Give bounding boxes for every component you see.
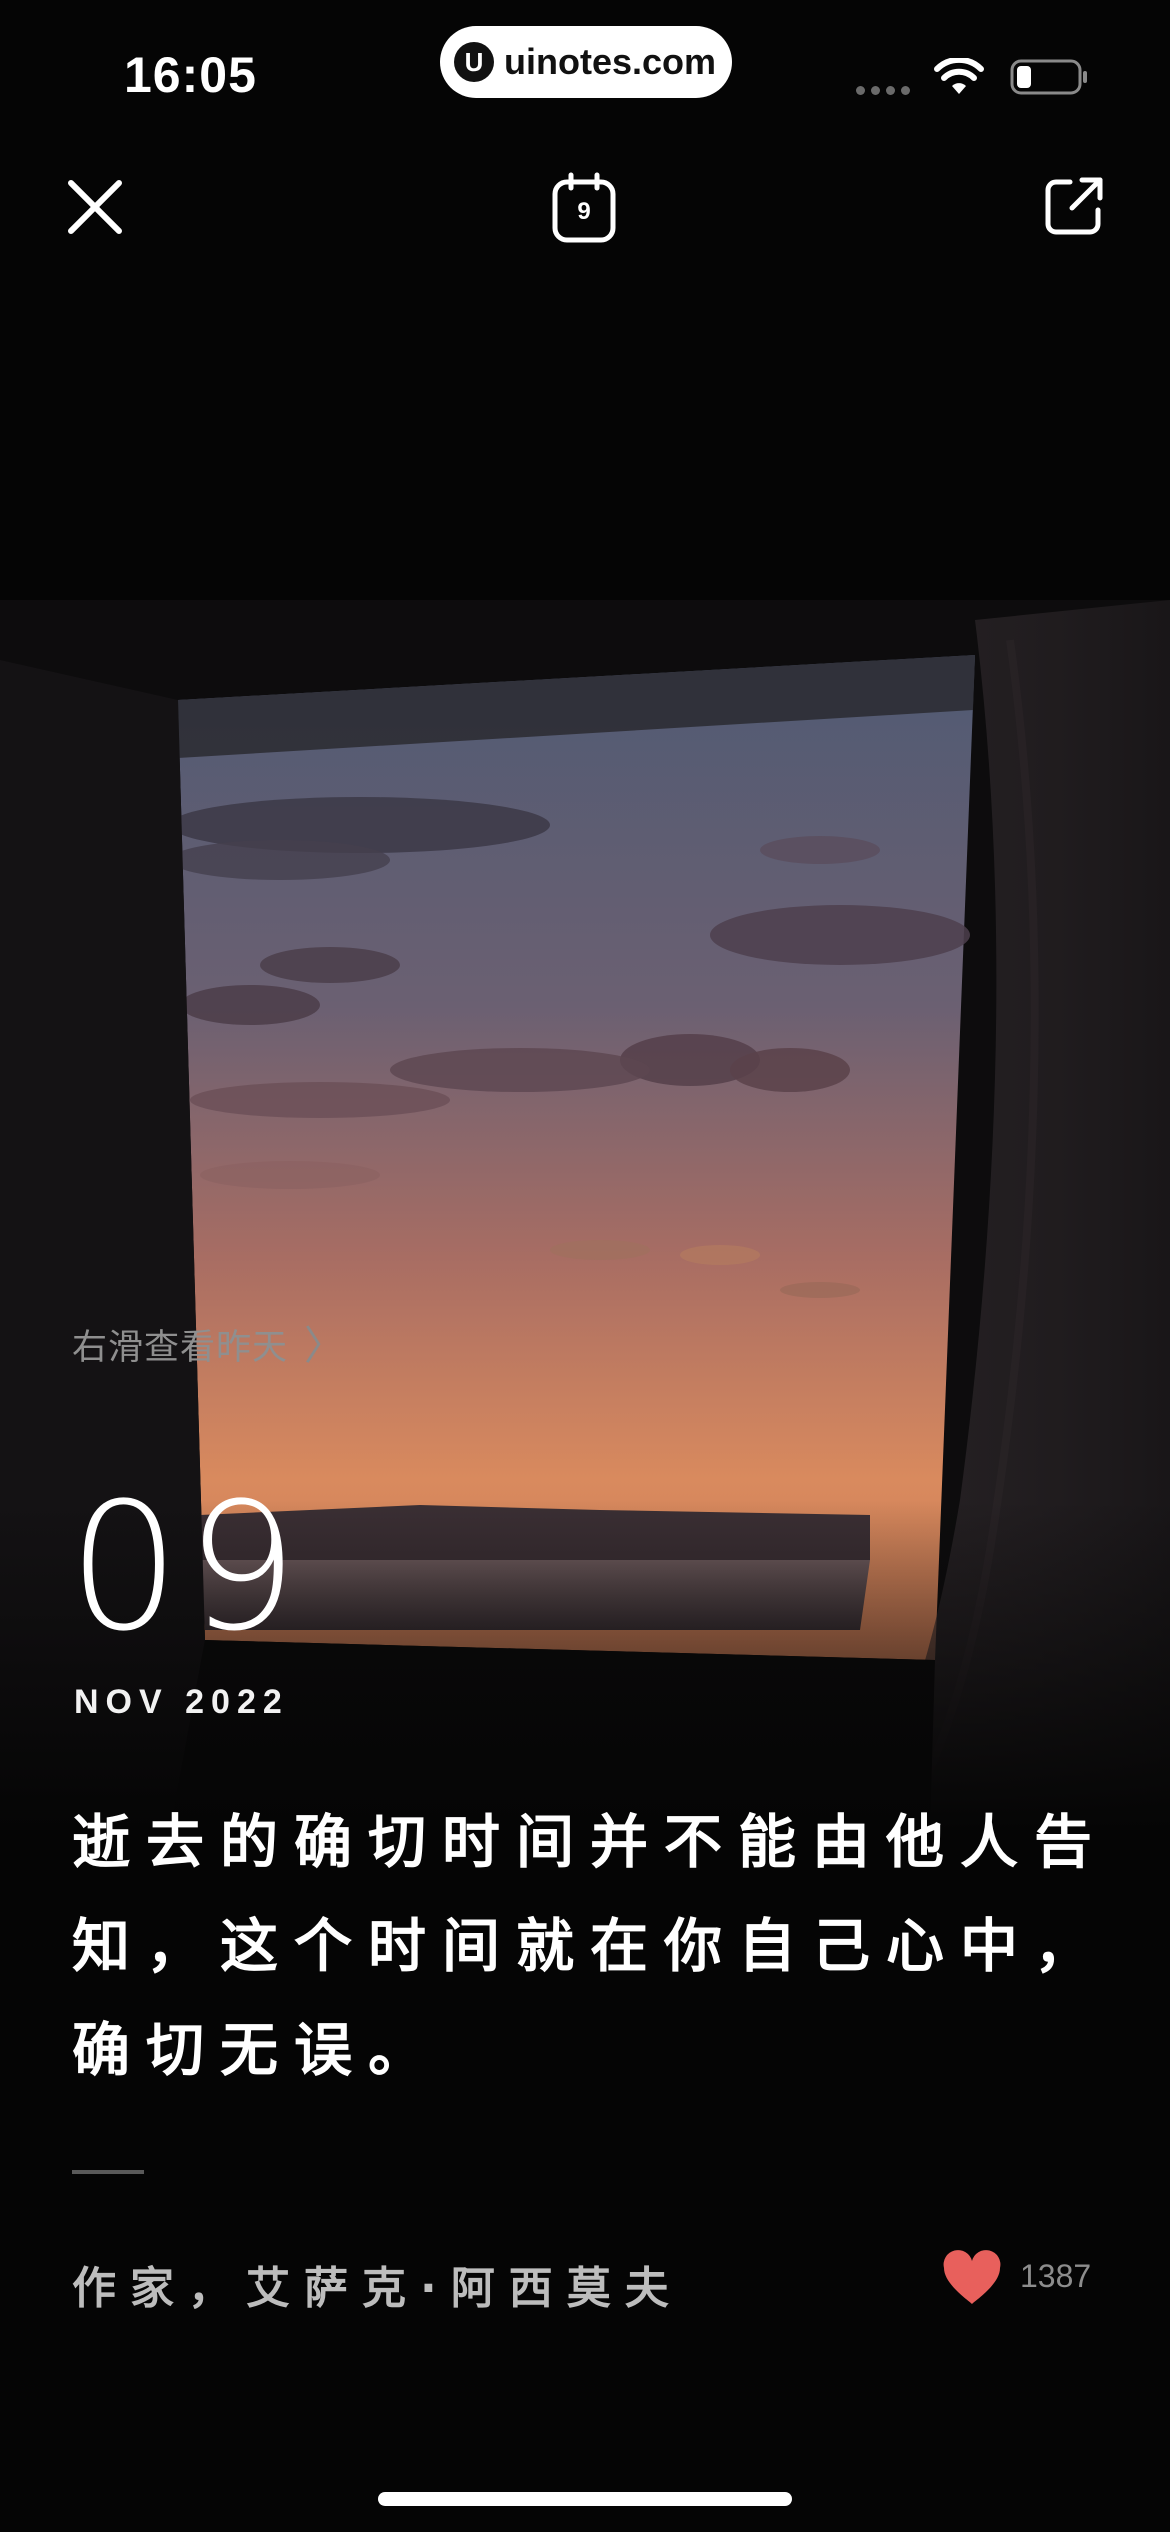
like-button[interactable] [940, 2250, 1004, 2306]
date-month-year: NOV 2022 [74, 1683, 289, 1721]
battery-icon [1010, 59, 1087, 95]
close-button[interactable] [60, 172, 130, 242]
chevron-right-icon: 〉 [304, 1323, 346, 1369]
signal-dots-icon [856, 86, 910, 95]
wifi-icon [934, 58, 984, 94]
watermark-badge: U uinotes.com [440, 26, 732, 98]
quote-line: 知，这个时间就在你自己心中， [72, 1912, 1109, 1980]
status-time: 16:05 [124, 47, 257, 103]
quote-text: 逝去的确切时间并不能由他人告 知，这个时间就在你自己心中， 确切无误。 [72, 1790, 1112, 2102]
calendar-day-number: 9 [577, 198, 591, 225]
quote-line: 确切无误。 [72, 2016, 443, 2084]
like-count: 1387 [1020, 2258, 1092, 2294]
calendar-button[interactable]: 9 [548, 170, 620, 246]
share-icon [1045, 177, 1103, 235]
home-indicator[interactable] [378, 2492, 792, 2506]
swipe-previous-hint[interactable]: 右滑查看昨天〉 [72, 1313, 345, 1371]
close-icon [68, 180, 122, 234]
share-button[interactable] [1038, 170, 1110, 242]
watermark-logo: U [454, 42, 494, 82]
quote-line: 逝去的确切时间并不能由他人告 [72, 1808, 1109, 1876]
quote-author: 作家，艾萨克·阿西莫夫 [72, 2263, 683, 2314]
swipe-hint-label: 右滑查看昨天 [72, 1328, 289, 1368]
divider [72, 2170, 144, 2174]
date-day: 09 [68, 1465, 304, 1670]
heart-icon [943, 2250, 1001, 2304]
watermark-text: uinotes.com [504, 41, 717, 82]
